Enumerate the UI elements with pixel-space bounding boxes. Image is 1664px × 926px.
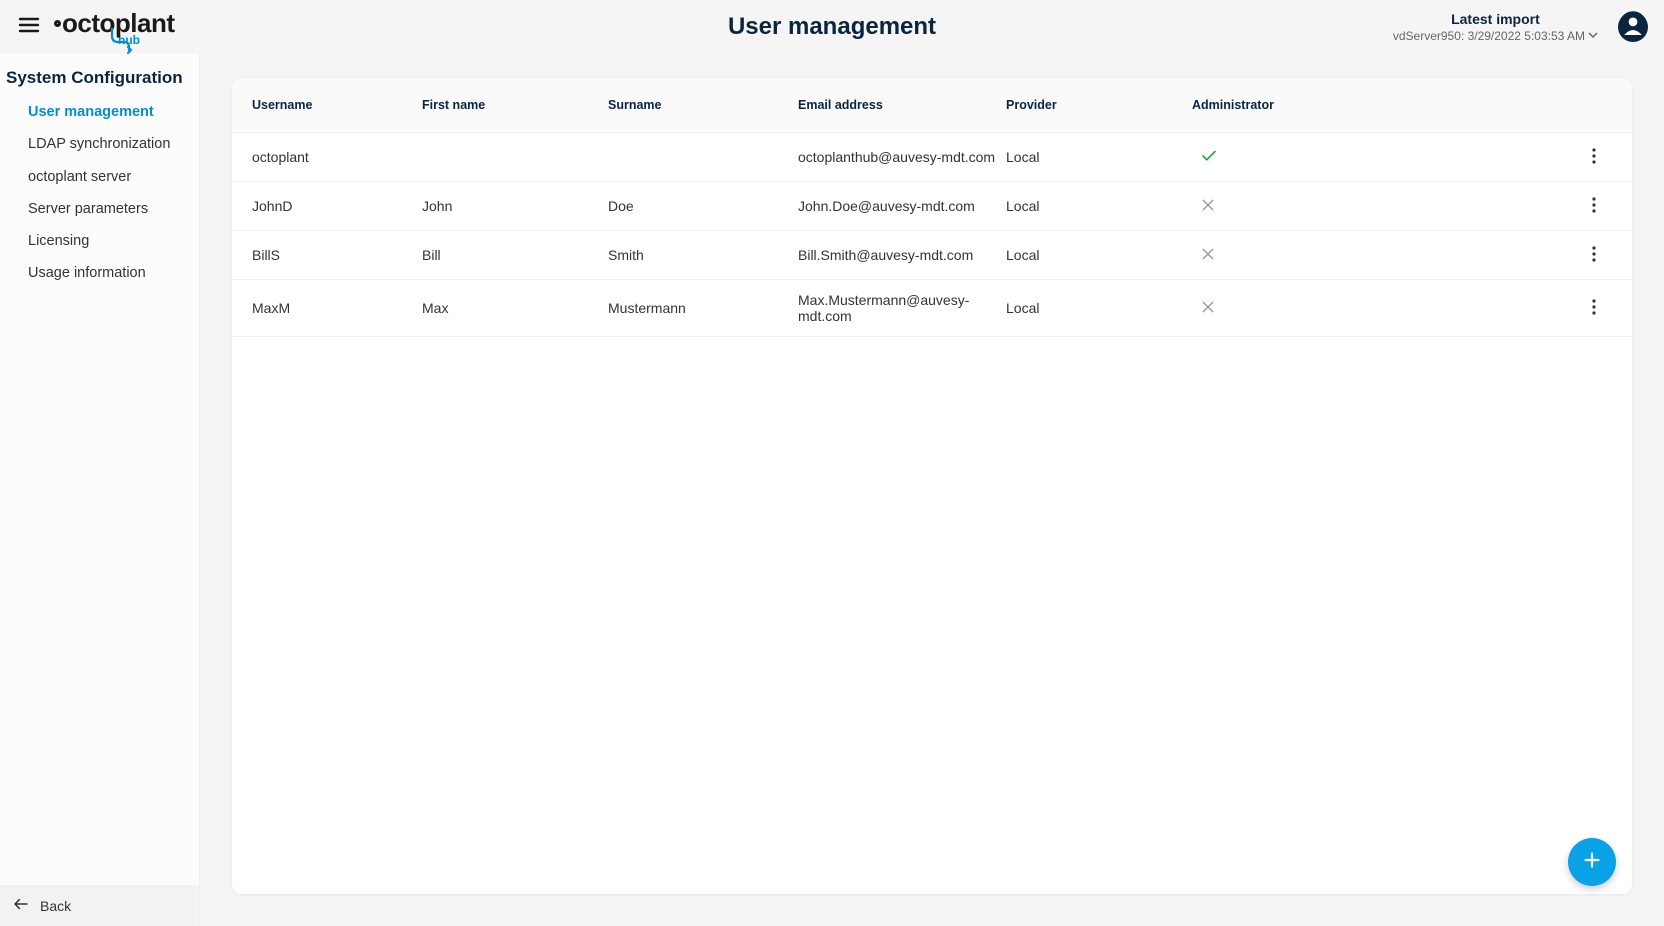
sidebar-item-usage-information[interactable]: Usage information: [0, 257, 199, 289]
table-row: MaxMMaxMustermannMax.Mustermann@auvesy-m…: [232, 280, 1632, 337]
cell-provider: Local: [1006, 247, 1192, 263]
logo-swirl-icon: [110, 28, 142, 56]
table-body: octoplantoctoplanthub@auvesy-mdt.comLoca…: [232, 133, 1632, 337]
sidebar-item-octoplant-server[interactable]: octoplant server: [0, 161, 199, 193]
column-header-email[interactable]: Email address: [798, 98, 1006, 112]
cell-username: BillS: [252, 247, 422, 263]
main-content: Username First name Surname Email addres…: [200, 54, 1664, 926]
cell-surname: Smith: [608, 247, 798, 263]
table-row: JohnDJohnDoeJohn.Doe@auvesy-mdt.comLocal: [232, 182, 1632, 231]
app-header: octoplant hub User management Latest imp…: [0, 0, 1664, 54]
more-vertical-icon: [1592, 299, 1596, 318]
cell-provider: Local: [1006, 198, 1192, 214]
column-header-provider[interactable]: Provider: [1006, 98, 1192, 112]
column-header-username[interactable]: Username: [252, 98, 422, 112]
sidebar-item-licensing[interactable]: Licensing: [0, 225, 199, 257]
latest-import-block: Latest import vdServer950: 3/29/2022 5:0…: [1393, 11, 1598, 43]
cross-icon: [1200, 299, 1216, 318]
row-actions-button[interactable]: [1582, 194, 1606, 218]
cell-email: John.Doe@auvesy-mdt.com: [798, 198, 1006, 214]
back-button[interactable]: Back: [0, 885, 199, 926]
sidebar-item-server-parameters[interactable]: Server parameters: [0, 193, 199, 225]
plus-icon: [1581, 849, 1603, 876]
cell-administrator: [1192, 147, 1352, 168]
table-row: octoplant octoplanthub@auvesy-mdt.comLoca…: [232, 133, 1632, 182]
sidebar-item-ldap-synchronization[interactable]: LDAP synchronization: [0, 128, 199, 160]
cell-provider: Local: [1006, 300, 1192, 316]
chevron-down-icon: [1588, 29, 1598, 43]
table-header: Username First name Surname Email addres…: [232, 78, 1632, 133]
cell-email: Bill.Smith@auvesy-mdt.com: [798, 247, 1006, 263]
cell-administrator: [1192, 246, 1352, 265]
arrow-left-icon: [12, 895, 30, 916]
cell-username: octoplant: [252, 149, 422, 165]
cross-icon: [1200, 197, 1216, 216]
column-header-firstname[interactable]: First name: [422, 98, 608, 112]
sidebar-item-user-management[interactable]: User management: [0, 96, 199, 128]
more-vertical-icon: [1592, 246, 1596, 265]
logo-text: octoplant: [54, 8, 175, 39]
latest-import-dropdown[interactable]: vdServer950: 3/29/2022 5:03:53 AM: [1393, 29, 1598, 43]
check-icon: [1200, 147, 1218, 168]
person-circle-icon: [1618, 10, 1648, 45]
menu-toggle-button[interactable]: [16, 14, 42, 40]
account-button[interactable]: [1618, 12, 1648, 42]
more-vertical-icon: [1592, 197, 1596, 216]
cross-icon: [1200, 246, 1216, 265]
cell-username: MaxM: [252, 300, 422, 316]
cell-administrator: [1192, 299, 1352, 318]
cell-firstname: Bill: [422, 247, 608, 263]
sidebar-heading: System Configuration: [0, 60, 199, 96]
row-actions-button[interactable]: [1582, 296, 1606, 320]
cell-firstname: Max: [422, 300, 608, 316]
table-row: BillSBillSmithBill.Smith@auvesy-mdt.comL…: [232, 231, 1632, 280]
row-actions-button[interactable]: [1582, 243, 1606, 267]
users-card: Username First name Surname Email addres…: [232, 78, 1632, 894]
sidebar: System Configuration User management LDA…: [0, 54, 200, 926]
cell-firstname: John: [422, 198, 608, 214]
hamburger-icon: [17, 13, 41, 42]
row-actions-button[interactable]: [1582, 145, 1606, 169]
column-header-actions: [1352, 98, 1612, 112]
more-vertical-icon: [1592, 148, 1596, 167]
cell-surname: Doe: [608, 198, 798, 214]
page-title: User management: [728, 13, 936, 41]
latest-import-label: Latest import: [1393, 11, 1598, 27]
column-header-surname[interactable]: Surname: [608, 98, 798, 112]
column-header-administrator[interactable]: Administrator: [1192, 98, 1352, 112]
cell-surname: Mustermann: [608, 300, 798, 316]
app-logo: octoplant hub: [54, 4, 175, 50]
cell-administrator: [1192, 197, 1352, 216]
latest-import-detail: vdServer950: 3/29/2022 5:03:53 AM: [1393, 29, 1585, 43]
cell-provider: Local: [1006, 149, 1192, 165]
cell-username: JohnD: [252, 198, 422, 214]
add-user-button[interactable]: [1568, 838, 1616, 886]
cell-email: octoplanthub@auvesy-mdt.com: [798, 149, 1006, 165]
cell-email: Max.Mustermann@auvesy-mdt.com: [798, 292, 1006, 324]
back-label: Back: [40, 898, 71, 914]
